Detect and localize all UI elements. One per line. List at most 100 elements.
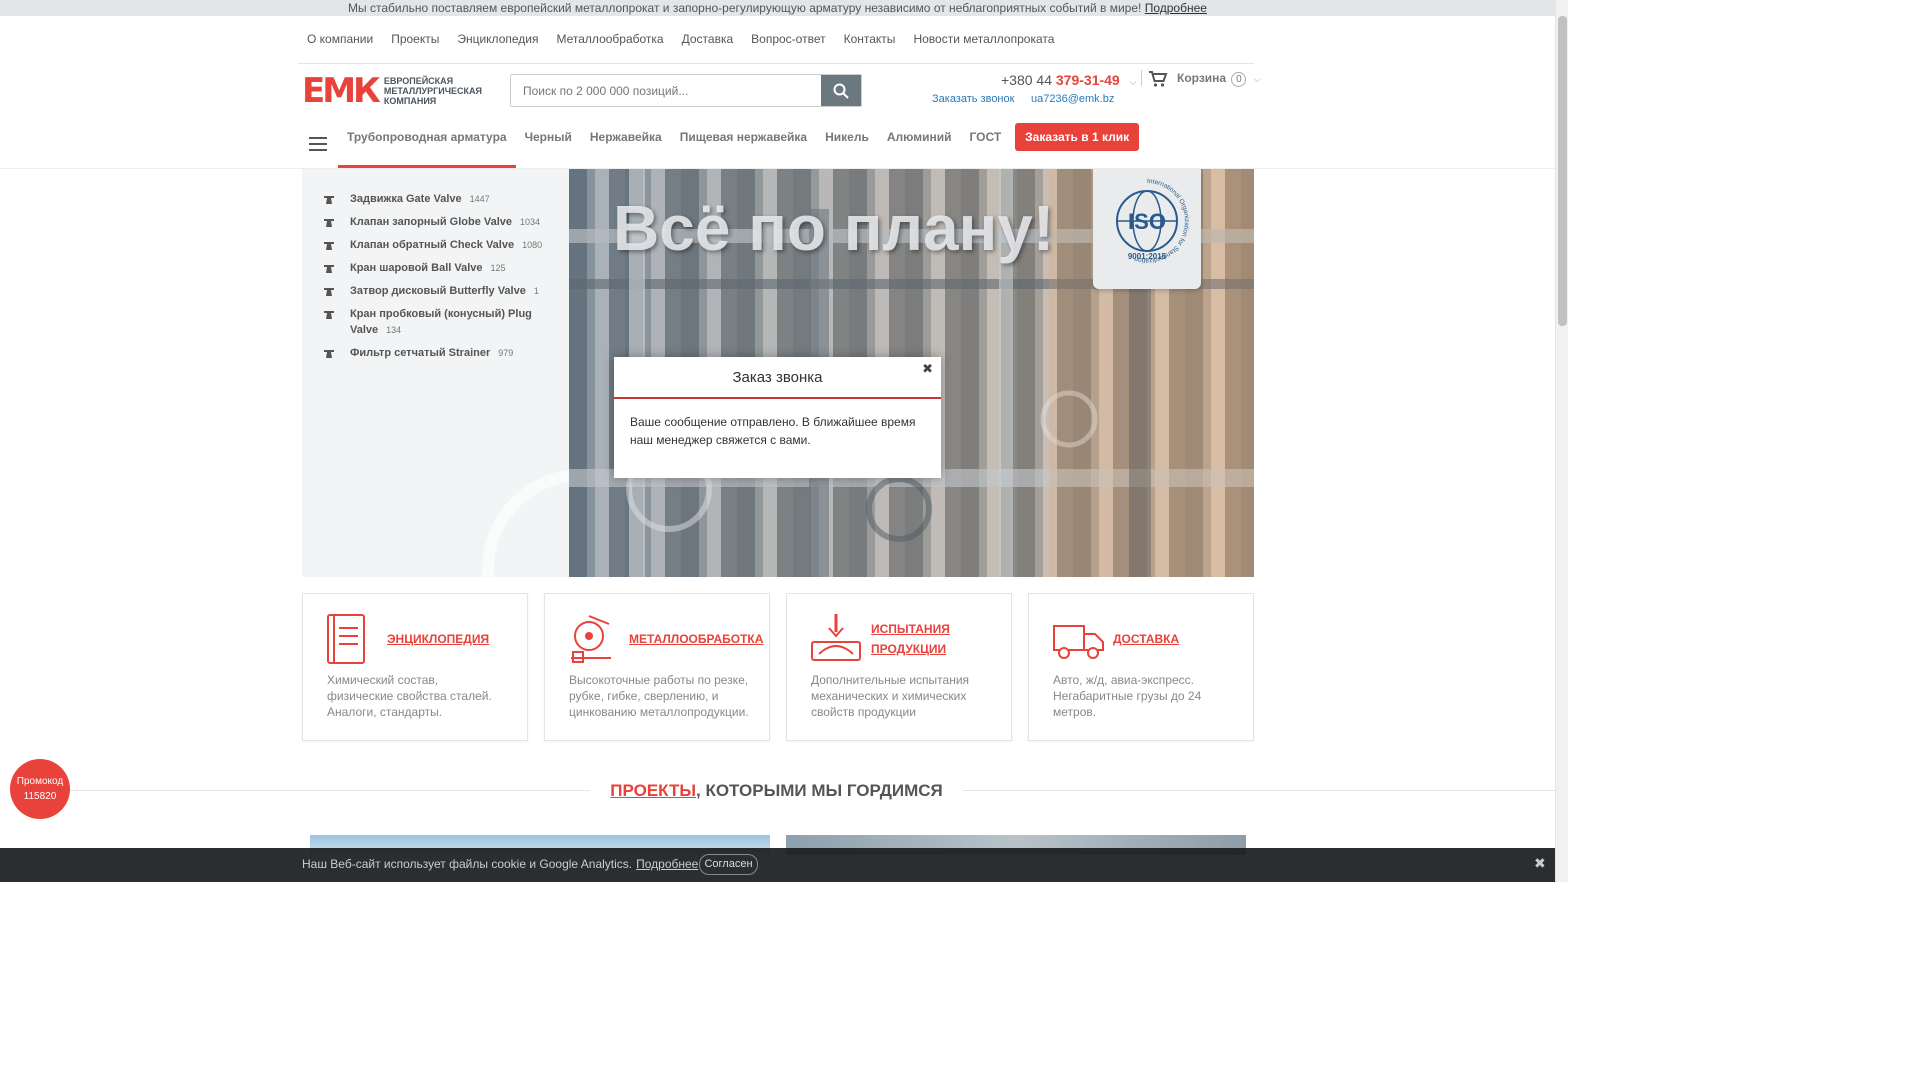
valve-icon — [324, 265, 334, 273]
feature-description: Дополнительные испытания механических и … — [811, 673, 970, 719]
close-icon[interactable]: ✖ — [922, 361, 933, 377]
category-label: Клапан обратный Check Valve — [350, 239, 515, 251]
logo-mark: ЕМК — [302, 71, 381, 111]
hero-headline: Всё по плану! — [613, 192, 1055, 264]
site-logo[interactable]: ЕМК ЕВРОПЕЙСКАЯ МЕТАЛЛУРГИЧЕСКАЯ КОМПАНИ… — [302, 74, 496, 108]
nav-metalworking[interactable]: Металлообработка — [547, 24, 672, 56]
feature-description: Химический состав, физические свойства с… — [327, 673, 492, 719]
announcement-more-link[interactable]: Подробнее — [1145, 1, 1207, 15]
cookie-more-link[interactable]: Подробнее — [636, 857, 698, 871]
category-item-butterfly-valve[interactable]: Затвор дисковый Butterfly Valve 1 — [324, 283, 554, 299]
category-label: Клапан запорный Globe Valve — [350, 216, 513, 228]
cookie-banner: Наш Веб-сайт использует файлы cookie и G… — [0, 848, 1555, 882]
feature-description: Высокоточные работы по резке, рубке, гиб… — [569, 673, 749, 719]
catalog-navigation: Трубопроводная арматура Черный Нержавейк… — [298, 120, 1258, 168]
valve-icon — [324, 219, 334, 227]
projects-heading-rest: , КОТОРЫМИ МЫ ГОРДИМСЯ — [696, 781, 943, 800]
phone-main: 379-31-49 — [1055, 72, 1120, 88]
nav-projects[interactable]: Проекты — [382, 24, 448, 56]
feature-card-delivery[interactable]: ДОСТАВКА Авто, ж/д, авиа-экспресс. Негаб… — [1028, 593, 1254, 741]
scrollbar-thumb[interactable] — [1558, 16, 1567, 326]
top-navigation: О компании Проекты Энциклопедия Металлоо… — [298, 24, 1063, 56]
phone-number[interactable]: +380 44 379-31-49 ⌵ — [1001, 72, 1136, 88]
menu-icon[interactable] — [298, 120, 338, 168]
header-separator — [1141, 70, 1142, 86]
valve-icon — [324, 288, 334, 296]
promo-code-badge[interactable]: Промокод 115820 — [10, 759, 70, 819]
header-divider — [298, 63, 1254, 64]
search-input[interactable] — [511, 75, 821, 106]
decorative-circle — [482, 469, 569, 577]
category-item-globe-valve[interactable]: Клапан запорный Globe Valve 1034 — [324, 214, 554, 230]
valve-icon — [324, 242, 334, 250]
logo-line-2: МЕТАЛЛУРГИЧЕСКАЯ — [383, 86, 482, 96]
feature-card-encyclopedia[interactable]: ЭНЦИКЛОПЕДИЯ Химический состав, физическ… — [302, 593, 528, 741]
category-list: Задвижка Gate Valve 1447 Клапан запорный … — [324, 191, 554, 368]
cart-link[interactable]: Корзина 0 ⌵ — [1177, 71, 1261, 87]
callback-link[interactable]: Заказать звонок — [932, 93, 1014, 105]
announcement-bar: Мы стабильно поставляем европейский мета… — [0, 0, 1555, 16]
saw-icon — [571, 615, 611, 663]
order-one-click-button[interactable]: Заказать в 1 клик — [1015, 123, 1140, 151]
feature-title[interactable]: ДОСТАВКА — [1113, 594, 1243, 684]
category-item-plug-valve[interactable]: Кран пробковый (конусный) Plug Valve 134 — [324, 306, 554, 338]
nav-contacts[interactable]: Контакты — [835, 24, 905, 56]
feature-description: Авто, ж/д, авиа-экспресс. Негабаритные г… — [1053, 673, 1202, 719]
nav-delivery[interactable]: Доставка — [673, 24, 743, 56]
page-scrollbar[interactable] — [1555, 0, 1568, 882]
projects-heading: ПРОЕКТЫ, КОТОРЫМИ МЫ ГОРДИМСЯ — [590, 778, 963, 804]
category-sidebar: Задвижка Gate Valve 1447 Клапан запорный … — [302, 169, 569, 577]
category-count: 1447 — [469, 194, 490, 204]
feature-title[interactable]: МЕТАЛЛООБРАБОТКА — [629, 594, 763, 684]
category-label: Фильтр сетчатый Strainer — [350, 347, 491, 359]
promo-label: Промокод — [16, 776, 64, 787]
category-item-strainer[interactable]: Фильтр сетчатый Strainer 979 — [324, 345, 554, 361]
category-item-ball-valve[interactable]: Кран шаровой Ball Valve 125 — [324, 260, 554, 276]
valve-icon — [324, 311, 334, 319]
category-count: 1080 — [522, 240, 543, 250]
nav-about[interactable]: О компании — [298, 24, 382, 56]
cookie-message: Наш Веб-сайт использует файлы cookie и G… — [302, 857, 698, 871]
catnav-black[interactable]: Черный — [516, 120, 581, 168]
phone-prefix: +380 44 — [1001, 72, 1052, 88]
feature-title[interactable]: ИСПЫТАНИЯ ПРОДУКЦИИ — [871, 594, 1001, 684]
cookie-text: Наш Веб-сайт использует файлы cookie и G… — [302, 857, 633, 871]
feature-card-testing[interactable]: ИСПЫТАНИЯ ПРОДУКЦИИ Дополнительные испыт… — [786, 593, 1012, 741]
feature-title[interactable]: ЭНЦИКЛОПЕДИЯ — [387, 594, 517, 684]
category-label: Кран пробковый (конусный) Plug Valve — [350, 308, 532, 336]
cart-label: Корзина — [1177, 71, 1227, 85]
category-label: Задвижка Gate Valve — [350, 193, 462, 205]
feature-card-metalworking[interactable]: МЕТАЛЛООБРАБОТКА Высокоточные работы по … — [544, 593, 770, 741]
truck-icon — [1053, 625, 1104, 659]
catnav-stainless[interactable]: Нержавейка — [581, 120, 671, 168]
category-count: 1034 — [520, 217, 541, 227]
search-box — [510, 74, 862, 107]
category-count: 979 — [498, 348, 514, 358]
callback-modal: Заказ звонка ✖ Ваше сообщение отправлено… — [614, 357, 941, 478]
category-label: Затвор дисковый Butterfly Valve — [350, 285, 526, 297]
iso-label: ISO — [1128, 209, 1166, 234]
chevron-down-icon[interactable]: ⌵ — [1254, 74, 1261, 84]
catnav-gost[interactable]: ГОСТ — [960, 120, 1010, 168]
category-item-check-valve[interactable]: Клапан обратный Check Valve 1080 — [324, 237, 554, 253]
category-item-gate-valve[interactable]: Задвижка Gate Valve 1447 — [324, 191, 554, 207]
modal-message: Ваше сообщение отправлено. В ближайшее в… — [630, 415, 916, 447]
search-button[interactable] — [821, 75, 861, 106]
nav-encyclopedia[interactable]: Энциклопедия — [448, 24, 547, 56]
catnav-aluminum[interactable]: Алюминий — [878, 120, 961, 168]
nav-news[interactable]: Новости металлопроката — [904, 24, 1063, 56]
nav-faq[interactable]: Вопрос-ответ — [742, 24, 834, 56]
search-icon — [833, 83, 849, 99]
catnav-nickel[interactable]: Никель — [816, 120, 878, 168]
close-icon[interactable]: ✖ — [1534, 855, 1546, 872]
email-link[interactable]: ua7236@emk.bz — [1031, 93, 1114, 105]
category-label: Кран шаровой Ball Valve — [350, 262, 483, 274]
valve-icon — [324, 196, 334, 204]
projects-link[interactable]: ПРОЕКТЫ — [610, 781, 696, 800]
cart-icon[interactable] — [1148, 70, 1168, 88]
catnav-food-stainless[interactable]: Пищевая нержавейка — [671, 120, 816, 168]
testing-icon — [811, 614, 861, 661]
cookie-accept-button[interactable]: Согласен — [699, 854, 758, 875]
chevron-down-icon[interactable]: ⌵ — [1130, 77, 1137, 87]
catnav-pipeline-valves[interactable]: Трубопроводная арматура — [338, 120, 516, 168]
